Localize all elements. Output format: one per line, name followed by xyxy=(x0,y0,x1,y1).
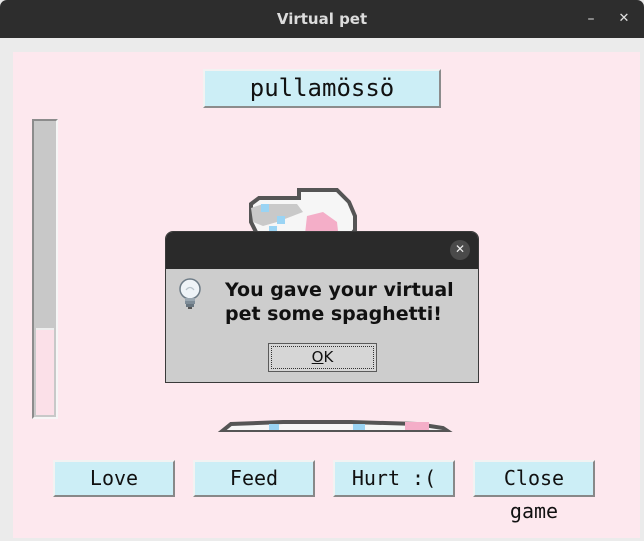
ok-label: K xyxy=(323,348,334,366)
feed-button[interactable]: Feed xyxy=(193,460,315,497)
lightbulb-icon xyxy=(179,278,201,309)
ok-mnemonic: O xyxy=(311,348,324,366)
pet-status-meter-fill xyxy=(36,328,54,415)
window-title: Virtual pet xyxy=(276,10,368,28)
window-titlebar[interactable]: Virtual pet – ✕ xyxy=(0,0,644,38)
hurt-button[interactable]: Hurt :( xyxy=(333,460,455,497)
close-game-button[interactable]: Close game xyxy=(473,460,595,523)
dialog-message: You gave your virtual pet some spaghetti… xyxy=(225,279,454,325)
message-dialog: ✕ You gave your virtual pet some spaghet… xyxy=(165,231,479,383)
pet-status-meter xyxy=(32,119,58,419)
close-icon[interactable]: ✕ xyxy=(614,9,634,29)
ok-button[interactable]: OK xyxy=(268,343,377,372)
dialog-titlebar[interactable]: ✕ xyxy=(166,232,478,269)
pet-name-label: pullamössö xyxy=(203,69,441,108)
minimize-icon[interactable]: – xyxy=(581,9,601,29)
love-button[interactable]: Love xyxy=(53,460,175,497)
dialog-close-icon[interactable]: ✕ xyxy=(450,240,470,260)
